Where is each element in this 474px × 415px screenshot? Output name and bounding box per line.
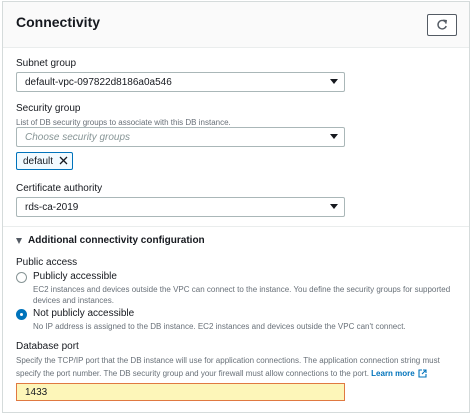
refresh-button[interactable] [427,14,457,36]
security-group-token: default [16,152,73,170]
connectivity-panel: Connectivity Subnet group default-vpc-09… [2,1,470,413]
additional-config-label: Additional connectivity configuration [28,235,205,246]
subnet-group-select[interactable]: default-vpc-097822d8186a0a546 [16,72,345,92]
refresh-icon [437,19,447,30]
database-port-value: 1433 [25,387,48,398]
certificate-authority-select[interactable]: rds-ca-2019 [16,197,345,217]
certificate-authority-label: Certificate authority [16,183,103,194]
publicly-accessible-description: EC2 instances and devices outside the VP… [33,285,451,305]
security-group-placeholder: Choose security groups [25,132,131,143]
close-icon[interactable] [59,156,68,168]
database-port-description: Specify the TCP/IP port that the DB inst… [16,354,456,382]
certificate-authority-value: rds-ca-2019 [25,202,79,213]
not-publicly-accessible-description: No IP address is assigned to the DB inst… [33,322,406,331]
subnet-group-label: Subnet group [16,58,77,69]
publicly-accessible-label: Publicly accessible [33,271,117,282]
caret-down-icon [16,237,22,244]
panel-title: Connectivity [16,14,101,30]
token-label: default [23,156,54,167]
subnet-group-value: default-vpc-097822d8186a0a546 [25,77,172,88]
caret-down-icon [330,134,338,139]
database-port-input[interactable]: 1433 [16,383,345,401]
security-group-select[interactable]: Choose security groups [16,127,345,147]
external-link-icon[interactable] [418,369,427,382]
publicly-accessible-radio[interactable] [16,272,27,283]
public-access-label: Public access [16,257,78,268]
security-group-label: Security group [16,103,81,114]
additional-config-toggle[interactable]: Additional connectivity configuration [16,235,205,246]
caret-down-icon [330,79,338,84]
section-divider [3,226,469,227]
caret-down-icon [330,204,338,209]
not-publicly-accessible-label: Not publicly accessible [33,308,135,319]
database-port-label: Database port [16,341,79,352]
not-publicly-accessible-radio[interactable] [16,309,27,320]
panel-header: Connectivity [3,2,469,48]
learn-more-link[interactable]: Learn more [371,369,415,378]
